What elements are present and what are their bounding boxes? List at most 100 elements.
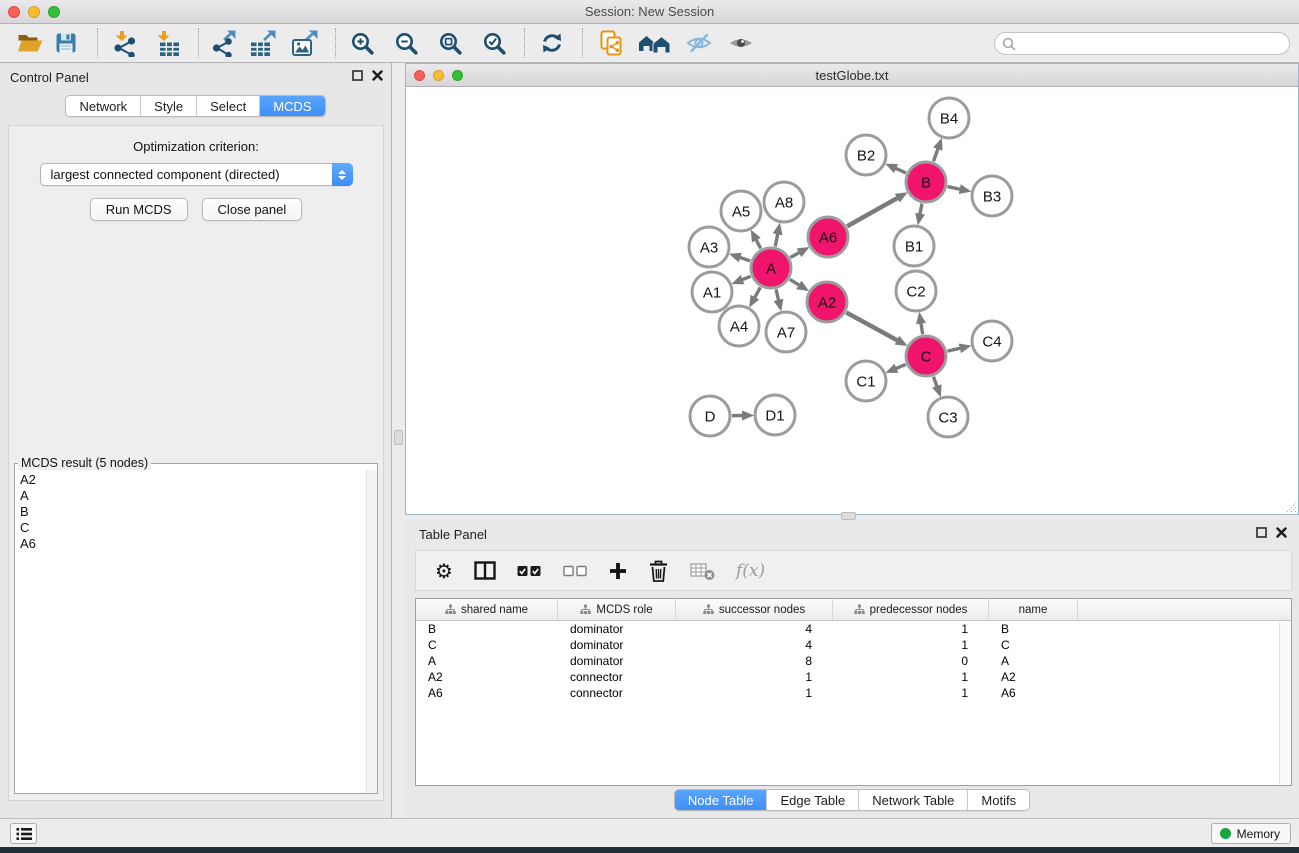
- tab-motifs[interactable]: Motifs: [968, 790, 1029, 810]
- table-cell[interactable]: 1: [676, 669, 833, 685]
- table-cell[interactable]: A: [989, 653, 1078, 669]
- show-all-button[interactable]: [723, 27, 759, 59]
- column-header-shared-name[interactable]: shared name: [416, 599, 558, 620]
- unselect-all-columns-button[interactable]: [563, 565, 588, 577]
- tab-node-table[interactable]: Node Table: [675, 790, 768, 810]
- table-row[interactable]: A6connector11A6: [416, 685, 1291, 701]
- zoom-selected-button[interactable]: [476, 27, 512, 59]
- edge-C-C4[interactable]: [947, 348, 960, 351]
- edge-B-B4[interactable]: [933, 148, 938, 161]
- table-row[interactable]: Adominator80A: [416, 653, 1291, 669]
- table-cell[interactable]: 1: [833, 621, 989, 637]
- node-table[interactable]: shared nameMCDS rolesuccessor nodesprede…: [415, 598, 1292, 786]
- table-row[interactable]: Cdominator41C: [416, 637, 1291, 653]
- table-settings-button[interactable]: ⚙: [435, 561, 453, 581]
- edge-B-B2[interactable]: [895, 168, 906, 173]
- edge-A-A1[interactable]: [742, 276, 751, 280]
- mcds-result-item[interactable]: C: [20, 520, 377, 536]
- network-canvas[interactable]: AA1A2A3A4A5A6A7A8BB1B2B3B4CC1C2C3C4DD1: [406, 87, 1298, 514]
- column-header-MCDS-role[interactable]: MCDS role: [558, 599, 676, 620]
- edge-B-B1[interactable]: [920, 204, 922, 215]
- table-row[interactable]: A2connector11A2: [416, 669, 1291, 685]
- edge-A-A7[interactable]: [776, 289, 779, 300]
- tab-network-table[interactable]: Network Table: [859, 790, 968, 810]
- float-panel-icon[interactable]: [352, 70, 363, 81]
- hide-selected-button[interactable]: [681, 27, 717, 59]
- edge-A-A2[interactable]: [790, 279, 800, 285]
- table-cell[interactable]: 4: [676, 637, 833, 653]
- column-header-name[interactable]: name: [989, 599, 1078, 620]
- table-cell[interactable]: B: [416, 621, 558, 637]
- close-panel-button[interactable]: Close panel: [202, 198, 303, 221]
- delete-column-button[interactable]: [690, 561, 715, 581]
- mcds-result-item[interactable]: A2: [20, 472, 377, 488]
- table-cell[interactable]: connector: [558, 685, 676, 701]
- edge-A-A8[interactable]: [775, 233, 778, 246]
- edge-A-A5[interactable]: [756, 239, 761, 248]
- edge-A6-B[interactable]: [847, 198, 898, 227]
- table-cell[interactable]: connector: [558, 669, 676, 685]
- table-cell[interactable]: A: [416, 653, 558, 669]
- table-cell[interactable]: 0: [833, 653, 989, 669]
- tab-select[interactable]: Select: [197, 96, 260, 116]
- table-cell[interactable]: A2: [989, 669, 1078, 685]
- table-cell[interactable]: 1: [676, 685, 833, 701]
- mcds-result-item[interactable]: A6: [20, 536, 377, 552]
- export-network-button[interactable]: [205, 27, 241, 59]
- table-cell[interactable]: B: [989, 621, 1078, 637]
- edge-A-A6[interactable]: [790, 252, 800, 257]
- edge-C-C1[interactable]: [896, 364, 906, 368]
- table-row[interactable]: Bdominator41B: [416, 621, 1291, 637]
- table-scrollbar[interactable]: [1279, 622, 1291, 785]
- network-graph[interactable]: AA1A2A3A4A5A6A7A8BB1B2B3B4CC1C2C3C4DD1: [406, 87, 1298, 514]
- edge-C-C2[interactable]: [921, 323, 923, 335]
- resize-grip-icon[interactable]: [1283, 499, 1297, 513]
- vertical-split-handle[interactable]: [394, 430, 403, 445]
- zoom-fit-button[interactable]: [432, 27, 468, 59]
- table-cell[interactable]: A2: [416, 669, 558, 685]
- tab-style[interactable]: Style: [141, 96, 197, 116]
- export-table-button[interactable]: [245, 27, 281, 59]
- table-cell[interactable]: dominator: [558, 621, 676, 637]
- save-session-button[interactable]: [48, 27, 84, 59]
- table-cell[interactable]: dominator: [558, 653, 676, 669]
- network-window-titlebar[interactable]: testGlobe.txt: [406, 64, 1298, 87]
- select-all-columns-button[interactable]: [517, 565, 542, 577]
- edge-C-C3[interactable]: [933, 377, 937, 387]
- search-input[interactable]: [1020, 35, 1289, 53]
- first-neighbors-button[interactable]: [635, 27, 675, 59]
- table-cell[interactable]: A6: [416, 685, 558, 701]
- column-header-successor-nodes[interactable]: successor nodes: [676, 599, 833, 620]
- table-cell[interactable]: 1: [833, 685, 989, 701]
- task-history-button[interactable]: [10, 823, 37, 844]
- table-cell[interactable]: C: [416, 637, 558, 653]
- table-cell[interactable]: C: [989, 637, 1078, 653]
- open-session-button[interactable]: [12, 27, 48, 59]
- new-network-from-selection-button[interactable]: [593, 27, 629, 59]
- table-cell[interactable]: dominator: [558, 637, 676, 653]
- table-cell[interactable]: 8: [676, 653, 833, 669]
- horizontal-split-handle[interactable]: [841, 512, 856, 520]
- close-panel-icon[interactable]: [372, 70, 383, 81]
- search-field[interactable]: [994, 32, 1290, 55]
- float-table-panel-icon[interactable]: [1256, 527, 1267, 538]
- column-browser-button[interactable]: [474, 561, 496, 580]
- export-image-button[interactable]: [287, 27, 323, 59]
- tab-edge-table[interactable]: Edge Table: [767, 790, 859, 810]
- tab-mcds[interactable]: MCDS: [260, 96, 324, 116]
- import-network-button[interactable]: [106, 27, 142, 59]
- close-table-panel-icon[interactable]: [1276, 527, 1287, 538]
- edge-A2-C[interactable]: [846, 313, 898, 341]
- column-header-predecessor-nodes[interactable]: predecessor nodes: [833, 599, 989, 620]
- function-builder-button[interactable]: f(x): [736, 561, 765, 581]
- edge-B-B3[interactable]: [948, 187, 961, 190]
- refresh-view-button[interactable]: [534, 27, 570, 59]
- table-cell[interactable]: 1: [833, 637, 989, 653]
- import-table-button[interactable]: [150, 27, 186, 59]
- memory-button[interactable]: Memory: [1211, 823, 1291, 844]
- mcds-result-item[interactable]: A: [20, 488, 377, 504]
- optimization-criterion-dropdown[interactable]: largest connected component (directed): [40, 163, 353, 186]
- result-scrollbar[interactable]: [366, 470, 377, 793]
- add-column-button[interactable]: [609, 562, 627, 580]
- zoom-in-button[interactable]: [344, 27, 380, 59]
